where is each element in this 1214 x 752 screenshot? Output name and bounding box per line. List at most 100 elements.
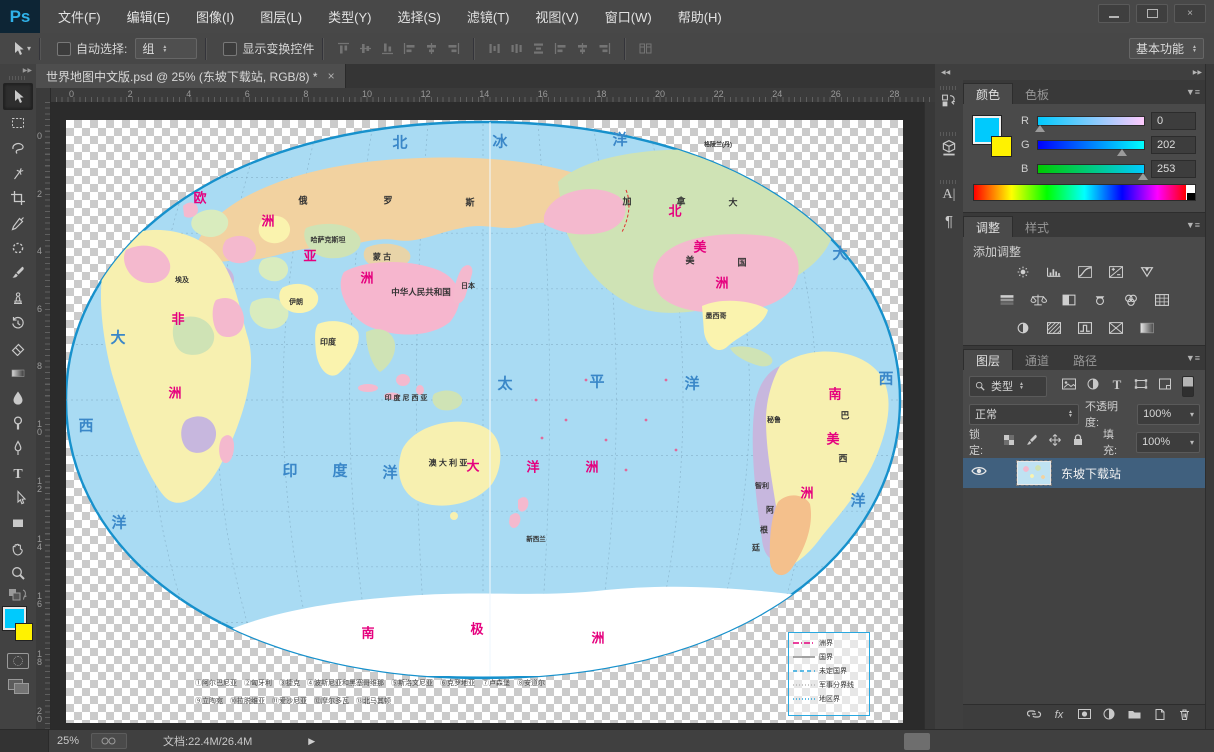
workspace-switcher[interactable]: 基本功能 ▲ ▼ (1129, 38, 1204, 59)
panel-menu-icon[interactable]: ▼≡ (1186, 220, 1200, 230)
menu-item[interactable]: 窗口(W) (605, 7, 652, 26)
layer-mask-icon[interactable] (1077, 707, 1092, 727)
align-auto-icon[interactable] (638, 41, 653, 56)
healing-brush-tool[interactable] (4, 235, 32, 260)
opacity-field[interactable]: 100% ▾ (1137, 403, 1200, 425)
align-hmid-icon[interactable] (424, 41, 439, 56)
menu-item[interactable]: 文件(F) (58, 7, 101, 26)
align-dist2-icon[interactable] (509, 41, 524, 56)
exposure-adjustment-icon[interactable] (1107, 265, 1125, 279)
hue-adjustment-icon[interactable] (998, 293, 1016, 307)
document-canvas[interactable]: 北冰洋太平洋大西洋大西洋印度洋欧洲亚洲非洲北美洲南美洲大洋洲南极洲俄罗斯哈萨克斯… (64, 120, 903, 723)
move-tool[interactable] (3, 83, 33, 110)
menu-item[interactable]: 编辑(E) (127, 7, 170, 26)
status-arrow-icon[interactable]: ▶ (308, 736, 315, 747)
quick-mask-icon[interactable] (7, 653, 29, 669)
tab-styles[interactable]: 样式 (1013, 217, 1061, 237)
pen-tool[interactable] (4, 435, 32, 460)
tab-channels[interactable]: 通道 (1013, 350, 1061, 370)
lock-position-icon[interactable] (1048, 433, 1062, 452)
menu-item[interactable]: 类型(Y) (328, 7, 371, 26)
balance-adjustment-icon[interactable] (1029, 293, 1048, 307)
menu-item[interactable]: 帮助(H) (678, 7, 722, 26)
align-dist1-icon[interactable] (487, 41, 502, 56)
tab-color[interactable]: 颜色 (963, 83, 1014, 104)
vibrance-adjustment-icon[interactable] (1138, 265, 1156, 279)
link-icon[interactable] (1026, 707, 1042, 727)
align-vmid-icon[interactable] (358, 41, 373, 56)
menu-item[interactable]: 选择(S) (397, 7, 440, 26)
invert-adjustment-icon[interactable] (1014, 321, 1032, 335)
clone-stamp-tool[interactable] (4, 285, 32, 310)
shape-filter-icon[interactable] (1133, 377, 1149, 396)
adjustment-filter-icon[interactable] (1085, 377, 1101, 396)
brush-tool[interactable] (4, 260, 32, 285)
expand-panels-icon[interactable]: ▶▶ (1193, 69, 1202, 76)
lock-transparent-icon[interactable] (1002, 433, 1016, 452)
type-tool[interactable]: T (4, 460, 32, 485)
threshold-adjustment-icon[interactable] (1076, 321, 1094, 335)
posterize-adjustment-icon[interactable] (1045, 321, 1063, 335)
channel-value[interactable]: 253 (1151, 160, 1196, 178)
dodge-tool[interactable] (4, 410, 32, 435)
align-dist3-icon[interactable] (531, 41, 546, 56)
tab-close-icon[interactable]: × (328, 69, 335, 83)
layer-name[interactable]: 东坡下载站 (1061, 465, 1121, 482)
delete-icon[interactable] (1177, 707, 1192, 727)
vertical-ruler[interactable]: 024681 01 21 41 61 82 0 (36, 102, 51, 730)
swap-colors-icon[interactable] (7, 587, 29, 603)
align-right-icon[interactable] (446, 41, 461, 56)
zoom-level[interactable]: 25% (57, 735, 79, 747)
minimize-button[interactable] (1098, 4, 1130, 23)
document-tab[interactable]: 世界地图中文版.psd @ 25% (东坡下载站, RGB/8) * × (36, 64, 346, 88)
smart-object-filter-icon[interactable] (1157, 377, 1173, 396)
tab-paths[interactable]: 路径 (1061, 350, 1109, 370)
lock-all-icon[interactable] (1071, 433, 1085, 452)
fx-icon[interactable]: fx (1052, 707, 1067, 727)
mixer-adjustment-icon[interactable] (1122, 293, 1140, 307)
align-hmid-icon[interactable] (575, 41, 590, 56)
gradientmap-adjustment-icon[interactable] (1138, 321, 1156, 335)
group-icon[interactable] (1127, 707, 1142, 727)
levels-adjustment-icon[interactable] (1045, 265, 1063, 279)
lookup-adjustment-icon[interactable] (1153, 293, 1171, 307)
paragraph-panel-icon[interactable]: ¶ (945, 213, 953, 230)
menu-item[interactable]: 滤镜(T) (467, 7, 510, 26)
zoom-tool[interactable] (4, 560, 32, 585)
menu-item[interactable]: 图像(I) (196, 7, 234, 26)
curves-adjustment-icon[interactable] (1076, 265, 1094, 279)
marquee-tool[interactable] (4, 110, 32, 135)
move-tool-icon[interactable] (10, 41, 25, 56)
tool-preset-caret-icon[interactable]: ▾ (27, 44, 31, 53)
align-left-icon[interactable] (553, 41, 568, 56)
auto-select-checkbox[interactable] (57, 41, 72, 56)
toolbar-grip[interactable] (9, 76, 27, 80)
crop-tool[interactable] (4, 185, 32, 210)
show-transform-checkbox[interactable] (223, 41, 238, 56)
channel-slider[interactable] (1037, 140, 1145, 156)
pixel-filter-icon[interactable] (1061, 377, 1077, 396)
collapse-panels-icon[interactable]: ◀◀ (941, 69, 950, 76)
align-bottom-icon[interactable] (380, 41, 395, 56)
tab-layers[interactable]: 图层 (963, 349, 1014, 370)
brightness-adjustment-icon[interactable] (1014, 265, 1032, 279)
blur-tool[interactable] (4, 385, 32, 410)
channel-value[interactable]: 0 (1151, 112, 1196, 130)
shape-tool[interactable] (4, 510, 32, 535)
auto-select-dropdown[interactable]: 组 ▲ ▼ (135, 38, 198, 59)
menu-item[interactable]: 图层(L) (260, 7, 302, 26)
path-select-tool[interactable] (4, 485, 32, 510)
channel-value[interactable]: 202 (1151, 136, 1196, 154)
align-top-icon[interactable] (336, 41, 351, 56)
close-button[interactable]: × (1174, 4, 1206, 23)
gradient-tool[interactable] (4, 360, 32, 385)
screen-mode-icon[interactable] (8, 679, 29, 694)
channel-slider[interactable] (1037, 164, 1148, 180)
toolbar-collapse-icon[interactable]: ▶▶ (23, 67, 32, 74)
eyedropper-tool[interactable] (4, 210, 32, 235)
fill-field[interactable]: 100% ▾ (1136, 431, 1200, 453)
panel-menu-icon[interactable]: ▼≡ (1186, 353, 1200, 363)
filter-toggle-switch[interactable] (1182, 375, 1194, 397)
align-left-icon[interactable] (402, 41, 417, 56)
align-right-icon[interactable] (597, 41, 612, 56)
